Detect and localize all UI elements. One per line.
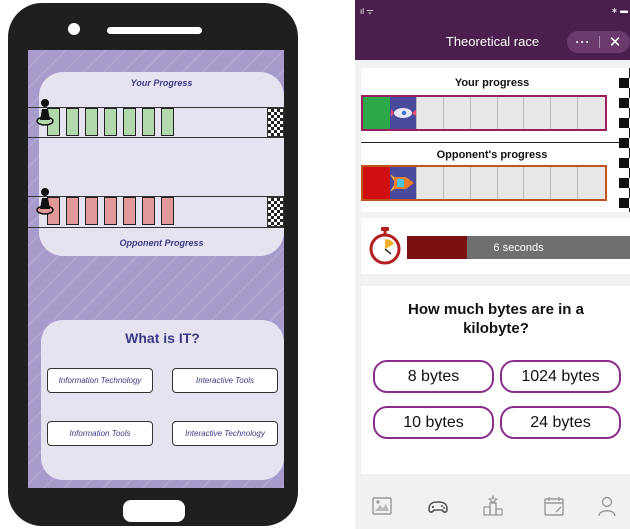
track-cell xyxy=(123,197,136,225)
progress-card: Your Progress Opponent Progress xyxy=(28,72,284,256)
your-finish-flag xyxy=(267,108,284,137)
rocket-icon xyxy=(390,108,416,118)
track-cell xyxy=(104,108,117,136)
answer-option-2[interactable]: 1024 bytes xyxy=(500,360,621,393)
your-rocket-cell xyxy=(389,97,417,129)
games-icon[interactable] xyxy=(426,494,450,518)
track-cell xyxy=(161,197,174,225)
answer-option-1[interactable]: 8 bytes xyxy=(373,360,494,393)
timer-bar: 6 seconds xyxy=(407,236,630,259)
courses-icon[interactable] xyxy=(370,494,394,518)
answer-option-3[interactable]: Information Tools xyxy=(47,421,153,446)
track-cell xyxy=(85,108,98,136)
track-cell xyxy=(578,97,605,129)
app-screen: ıl ᯤ ∗ ▬ Theoretical race ··· ✕ Your pro… xyxy=(355,0,630,529)
calendar-icon[interactable] xyxy=(542,494,566,518)
status-signal: ıl ᯤ xyxy=(360,7,374,16)
opponent-rocket-cell xyxy=(389,167,417,199)
track-cell xyxy=(85,197,98,225)
phone-mockup: Your Progress Opponent Progress What is … xyxy=(8,3,298,526)
stopwatch-icon xyxy=(369,227,401,265)
track-cell xyxy=(497,97,525,129)
track-cell xyxy=(104,197,117,225)
question-panel: How much bytes are in a kilobyte? 8 byte… xyxy=(361,286,630,474)
opponent-finish-flag xyxy=(267,197,284,227)
track-cell xyxy=(578,167,605,199)
track-cell xyxy=(161,108,174,136)
track-cell xyxy=(443,167,471,199)
opponent-progress-title: Opponent's progress xyxy=(436,149,548,161)
track-cell xyxy=(66,108,79,136)
track-cell xyxy=(551,97,579,129)
close-button[interactable]: ✕ xyxy=(600,33,630,51)
question-text: How much bytes are in a kilobyte? xyxy=(408,301,584,337)
header-bar: ıl ᯤ ∗ ▬ Theoretical race ··· ✕ xyxy=(355,0,630,60)
answer-option-2[interactable]: Interactive Tools xyxy=(172,368,278,393)
your-start-cell xyxy=(363,97,390,129)
question-card: What is IT? Information Technology Inter… xyxy=(41,320,284,480)
race-progress-panel: Your progress Opponent's progress xyxy=(361,68,630,212)
timer-text: 6 seconds xyxy=(493,241,544,254)
track-cell xyxy=(470,97,498,129)
track-cell xyxy=(123,108,136,136)
opponent-start-cell xyxy=(363,167,390,199)
your-progress-label: Your Progress xyxy=(130,78,193,88)
home-button[interactable] xyxy=(123,500,185,522)
camera-icon xyxy=(68,23,80,35)
question-text: What is IT? xyxy=(125,330,200,346)
opponent-track xyxy=(47,197,180,225)
track-cell xyxy=(524,167,552,199)
ranking-icon[interactable] xyxy=(481,494,505,518)
track-cell xyxy=(524,97,552,129)
track-cell xyxy=(66,197,79,225)
canvas: Your Progress Opponent Progress What is … xyxy=(0,0,630,529)
status-battery: ∗ ▬ xyxy=(611,6,628,15)
your-progress-title: Your progress xyxy=(454,77,530,89)
rocket-icon xyxy=(389,174,414,192)
answer-option-4[interactable]: Interactive Technology xyxy=(172,421,278,446)
profile-icon[interactable] xyxy=(595,494,619,518)
track-cell xyxy=(470,167,498,199)
opponent-progress-label: Opponent Progress xyxy=(119,238,204,248)
opponent-pawn-icon xyxy=(36,188,54,215)
track-cell xyxy=(497,167,525,199)
track-cell xyxy=(416,167,444,199)
finish-flag xyxy=(619,68,630,212)
progress-divider xyxy=(361,142,623,143)
your-track xyxy=(47,108,180,136)
your-pawn-icon xyxy=(36,99,54,126)
opponent-track-bottom-line xyxy=(28,227,284,228)
more-options-button[interactable]: ··· xyxy=(567,35,599,49)
your-track-bottom-line xyxy=(28,137,284,138)
phone-screen: Your Progress Opponent Progress What is … xyxy=(28,50,284,488)
opponent-progress-track xyxy=(361,165,607,201)
your-progress-track xyxy=(361,95,607,131)
speaker-grille xyxy=(107,27,202,34)
answer-option-1[interactable]: Information Technology xyxy=(47,368,153,393)
track-cell xyxy=(416,97,444,129)
title-actions: ··· ✕ xyxy=(567,31,630,53)
track-cell xyxy=(142,197,155,225)
track-cell xyxy=(142,108,155,136)
answer-option-3[interactable]: 10 bytes xyxy=(373,406,494,439)
answer-option-4[interactable]: 24 bytes xyxy=(500,406,621,439)
bottom-navigation xyxy=(355,485,630,529)
timer-panel: 6 seconds xyxy=(361,218,630,274)
track-cell xyxy=(551,167,579,199)
track-cell xyxy=(443,97,471,129)
